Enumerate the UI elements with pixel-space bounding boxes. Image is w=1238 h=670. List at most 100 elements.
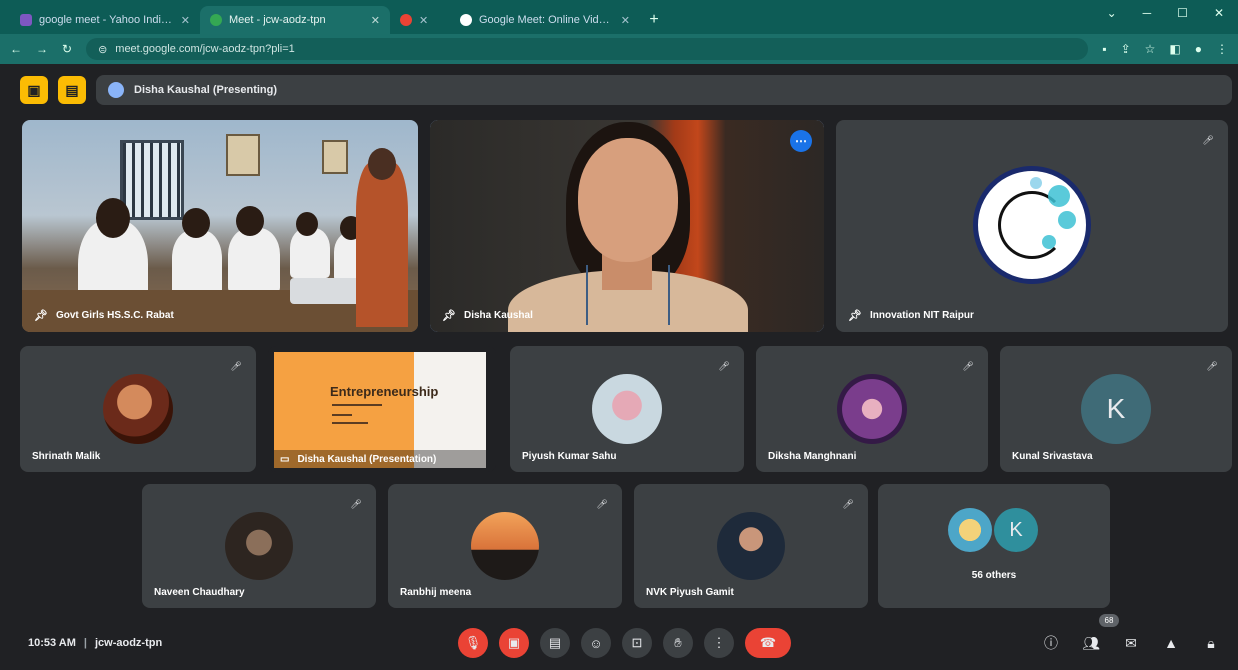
leave-call-button[interactable]: ☎︎ [745,628,791,658]
layout-button[interactable]: ▤ [58,76,86,104]
tab-label: google meet - Yahoo India Sea [39,14,174,26]
google-favicon-icon [460,14,472,26]
innovation-logo [973,166,1091,284]
browser-tab-active[interactable]: Meet - jcw-aodz-tpn ✕ [200,6,390,34]
profile-avatar-icon[interactable]: ● [1195,42,1202,56]
participant-tile-diksha[interactable]: 🎤︎ Diksha Manghnani [756,346,988,472]
host-controls-button[interactable]: 🔒︎ [1200,632,1222,654]
speaking-indicator-icon: ⋯ [790,130,812,152]
participant-name: Kunal Srivastava [1012,451,1093,462]
pin-icon[interactable]: 📌︎ [442,309,456,322]
close-tab-icon[interactable]: ✕ [419,14,428,27]
reactions-button[interactable]: ☺ [581,628,611,658]
people-button[interactable]: 👥︎ [1080,632,1102,654]
pin-icon[interactable]: 📌︎ [34,309,48,322]
presenting-banner: Disha Kaushal (Presenting) [96,75,1232,105]
lanyard [586,265,588,325]
present-button[interactable]: ⊡ [622,628,652,658]
current-time: 10:53 AM [28,637,76,649]
meeting-info-button[interactable]: ⓘ [1040,632,1062,654]
participant-tile-others[interactable]: K 56 others [878,484,1110,608]
close-tab-icon[interactable]: ✕ [371,14,380,27]
meet-favicon-icon [210,14,222,26]
present-screen-icon: ⊡ [631,635,643,650]
browser-tab[interactable]: Google Meet: Online Video Con ✕ [450,6,640,34]
close-tab-icon[interactable]: ✕ [621,14,630,27]
close-window-icon[interactable]: ✕ [1214,6,1224,20]
participant-tile-presentation[interactable]: Entrepreneurship ▭ Disha Kaushal (Presen… [268,346,496,472]
bookmark-star-icon[interactable]: ☆ [1145,42,1156,56]
participant-name: Diksha Manghnani [768,451,857,462]
participant-name: ▭ Disha Kaushal (Presentation) [280,454,436,465]
menu-kebab-icon[interactable]: ⋮ [1216,42,1228,56]
call-controls: 🎙︎ ▣ ▤ ☺ ⊡ ✋︎ ⋮ ☎︎ [458,628,791,658]
student-head [296,212,318,236]
more-options-button[interactable]: ⋮ [704,628,734,658]
chat-button[interactable]: ✉︎ [1120,632,1142,654]
new-tab-button[interactable]: + [640,6,668,34]
avatar [471,512,539,580]
pin-icon[interactable]: 📌︎ [848,309,862,322]
participant-tile-shrinath[interactable]: 🎤︎ Shrinath Malik [20,346,256,472]
teacher-head [368,148,396,180]
participant-name-text: Innovation NIT Raipur [869,310,974,321]
wall-frame [322,140,348,174]
mic-toggle-button[interactable]: 🎙︎ [458,628,488,658]
maximize-icon[interactable]: ☐ [1177,6,1188,20]
recording-favicon-icon [400,14,412,26]
activities-button[interactable]: ▲ [1160,632,1182,654]
tab-search-icon[interactable]: ⌄ [1107,6,1117,20]
camera-indicator-icon[interactable]: ▪ [1102,42,1106,56]
lanyard [668,265,670,325]
participant-tile-nvk[interactable]: 🎤︎ NVK Piyush Gamit [634,484,868,608]
others-avatar [948,508,992,552]
slide-line [332,414,352,416]
captions-button[interactable]: ▤ [540,628,570,658]
camera-toggle-button[interactable]: ▣ [499,628,529,658]
emoji-icon: ☺ [589,635,603,651]
chat-icon: ✉︎ [1125,634,1137,651]
participant-tile-piyush[interactable]: 🎤︎ Piyush Kumar Sahu [510,346,744,472]
muted-mic-icon: 🎤︎ [842,498,854,509]
muted-mic-icon: 🎤︎ [1202,134,1214,145]
participant-tile-classroom[interactable]: 📌︎ Govt Girls HS.S.C. Rabat [22,120,418,332]
presentation-icon: ▣ [27,81,41,98]
forward-icon[interactable]: → [36,42,48,56]
others-avatar-initial: K [994,508,1038,552]
back-icon[interactable]: ← [10,42,22,56]
muted-mic-icon: 🎤︎ [596,498,608,509]
address-bar[interactable]: ⊜ meet.google.com/jcw-aodz-tpn?pli=1 [86,38,1089,60]
muted-mic-icon: 🎤︎ [230,360,242,371]
logo-bubble [1042,235,1056,249]
presentation-view-button[interactable]: ▣ [20,76,48,104]
browser-tab[interactable]: ✕ [390,6,450,34]
student-figure [228,228,280,294]
tab-label: Google Meet: Online Video Con [479,14,614,26]
browser-tab-strip: google meet - Yahoo India Sea ✕ Meet - j… [0,0,1238,34]
share-icon[interactable]: ⇪ [1121,42,1131,56]
site-info-icon[interactable]: ⊜ [98,43,107,56]
window-controls: ⌄ ─ ☐ ✕ [1107,6,1224,20]
tab-label: Meet - jcw-aodz-tpn [229,14,326,26]
participant-tile-innovation[interactable]: 🎤︎ 📌︎ Innovation NIT Raipur [836,120,1228,332]
classroom-window [120,140,184,220]
url-text: meet.google.com/jcw-aodz-tpn?pli=1 [115,43,295,55]
meeting-details: 10:53 AM | jcw-aodz-tpn [28,637,162,649]
participant-tile-presenter[interactable]: ⋯ 📌︎ Disha Kaushal [430,120,824,332]
participant-tile-ranbhij[interactable]: 🎤︎ Ranbhij meena [388,484,622,608]
participant-name: 📌︎ Govt Girls HS.S.C. Rabat [34,309,174,322]
presenting-label: Disha Kaushal (Presenting) [134,84,278,96]
participant-tile-kunal[interactable]: 🎤︎ K Kunal Srivastava [1000,346,1232,472]
slide-title: Entrepreneurship [330,384,439,399]
slide-line [332,404,382,406]
reload-icon[interactable]: ↻ [62,42,72,56]
student-head [96,198,130,238]
sidebar-icon[interactable]: ◧ [1169,42,1180,56]
presenter-avatar-icon [108,82,124,98]
participant-tile-naveen[interactable]: 🎤︎ Naveen Chaudhary [142,484,376,608]
browser-tab[interactable]: google meet - Yahoo India Sea ✕ [10,6,200,34]
close-tab-icon[interactable]: ✕ [181,14,190,27]
raise-hand-button[interactable]: ✋︎ [663,628,693,658]
minimize-icon[interactable]: ─ [1143,6,1152,20]
logo-bubble [1048,185,1070,207]
